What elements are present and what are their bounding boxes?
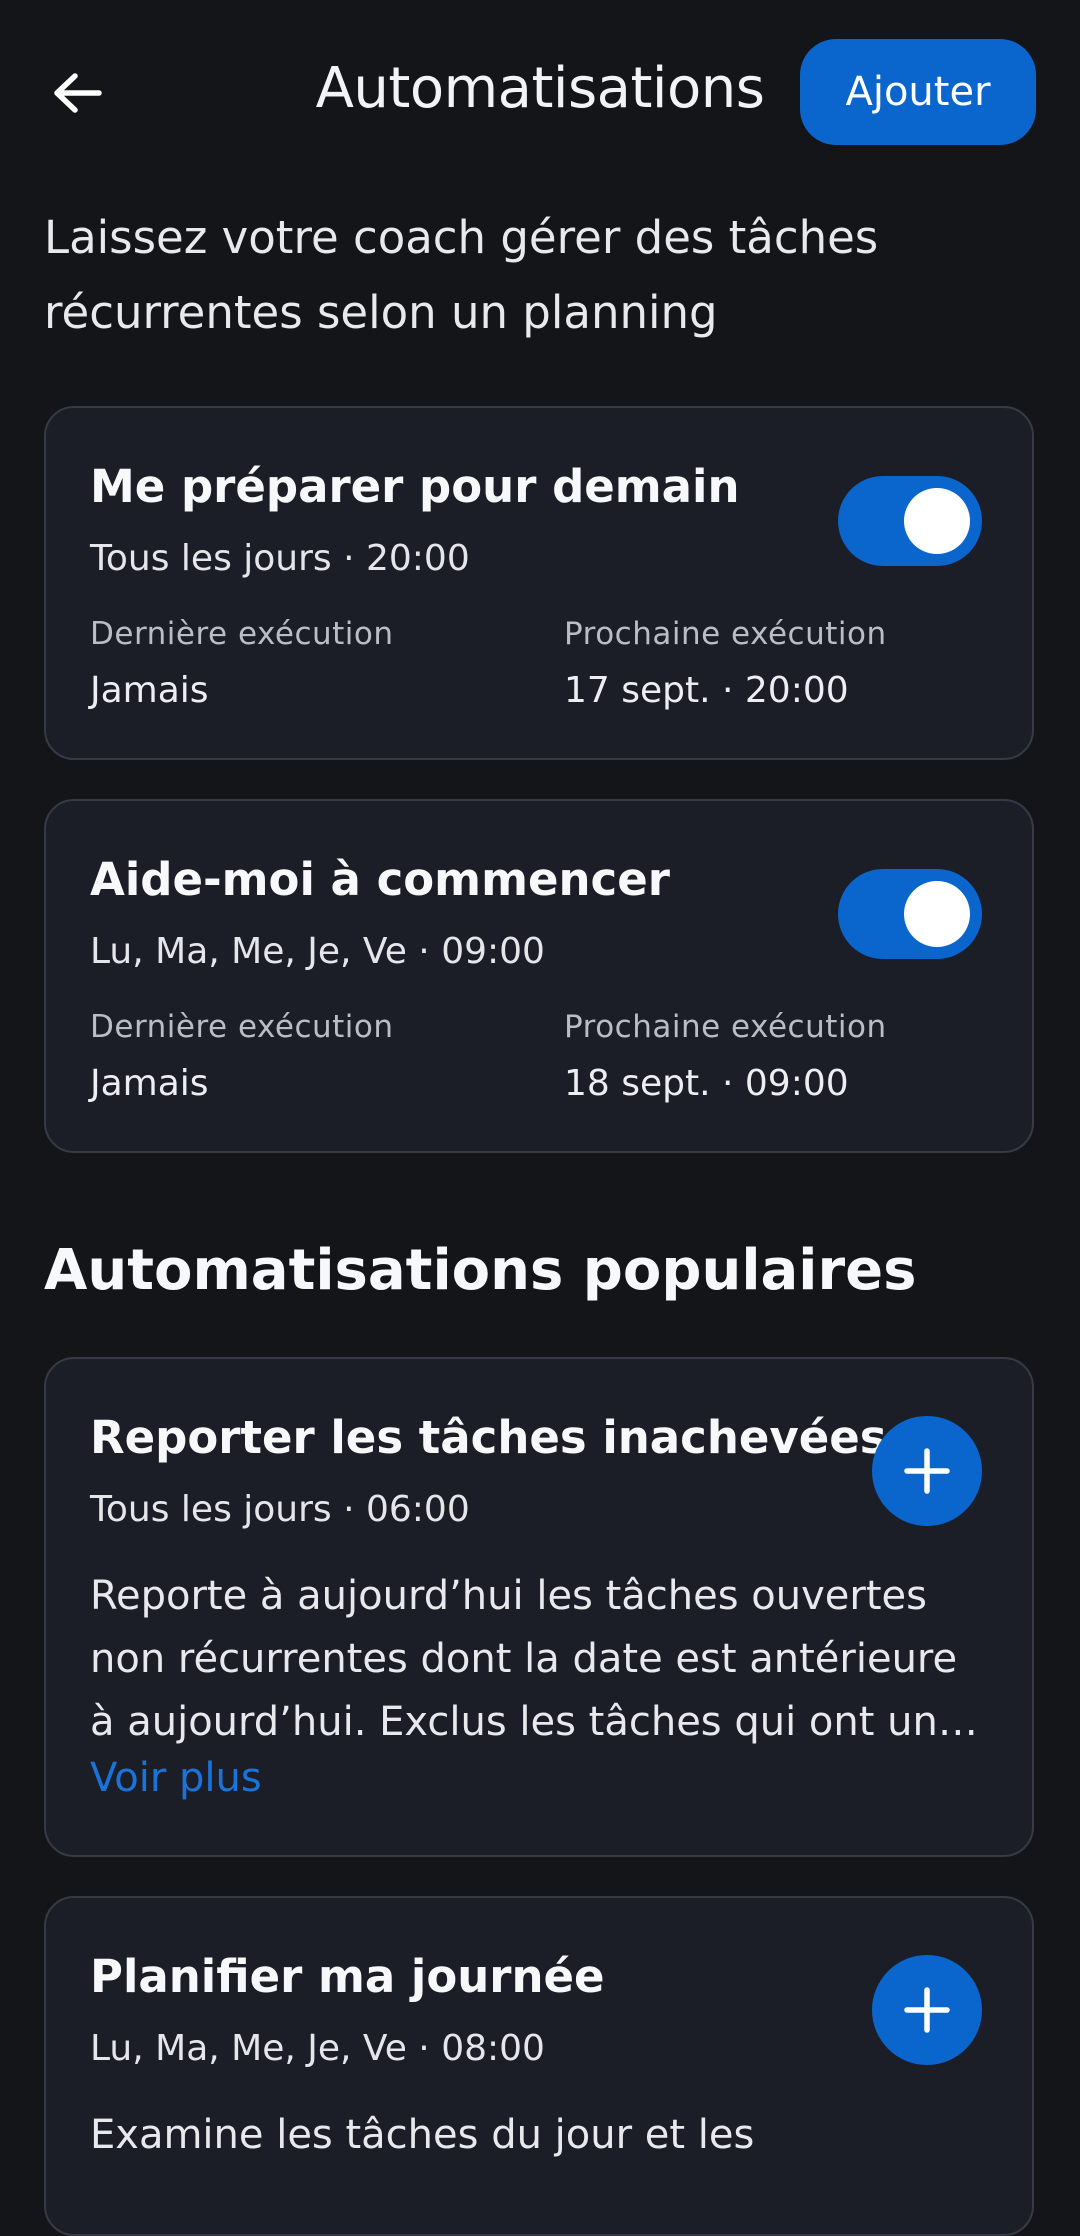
back-button[interactable]	[44, 60, 110, 126]
plus-icon	[904, 1448, 950, 1494]
automation-schedule: Lu, Ma, Me, Je, Ve · 09:00	[90, 931, 545, 972]
popular-automation-card[interactable]: Reporter les tâches inachevées Tous les …	[44, 1357, 1034, 1857]
last-run-label: Dernière exécution	[90, 1009, 394, 1045]
popular-description-text: Reporte à aujourd’hui les tâches ouverte…	[90, 1573, 963, 1745]
add-popular-button[interactable]	[872, 1955, 982, 2065]
last-run-value: Jamais	[90, 670, 209, 711]
plus-icon	[904, 1987, 950, 2033]
automation-toggle[interactable]	[838, 869, 982, 959]
last-run-label: Dernière exécution	[90, 616, 394, 652]
last-run-value: Jamais	[90, 1063, 209, 1104]
page-subtitle: Laissez votre coach gérer des tâches réc…	[44, 211, 879, 339]
next-run-label: Prochaine exécution	[564, 616, 887, 652]
popular-section-title: Automatisations populaires	[44, 1238, 917, 1303]
popular-schedule: Lu, Ma, Me, Je, Ve · 08:00	[90, 2028, 545, 2069]
next-run-value: 18 sept. · 09:00	[564, 1063, 849, 1104]
toggle-knob	[904, 881, 970, 947]
automation-toggle[interactable]	[838, 476, 982, 566]
automation-title: Aide-moi à commencer	[90, 853, 670, 906]
toggle-knob	[904, 488, 970, 554]
popular-description: Examine les tâches du jour et les	[90, 2112, 755, 2158]
popular-schedule: Tous les jours · 06:00	[90, 1489, 470, 1530]
see-more-link[interactable]: Voir plus	[90, 1755, 262, 1801]
arrow-left-icon	[54, 73, 102, 113]
add-popular-button[interactable]	[872, 1416, 982, 1526]
app-header: Automatisations Ajouter	[0, 0, 1080, 184]
popular-title: Planifier ma journée	[90, 1950, 605, 2003]
popular-automation-card[interactable]: Planifier ma journée Lu, Ma, Me, Je, Ve …	[44, 1896, 1034, 2236]
next-run-label: Prochaine exécution	[564, 1009, 887, 1045]
page-title: Automatisations	[315, 56, 765, 121]
popular-description: Reporte à aujourd’hui les tâches ouverte…	[90, 1565, 990, 1754]
automation-schedule: Tous les jours · 20:00	[90, 538, 470, 579]
add-automation-button[interactable]: Ajouter	[800, 39, 1036, 145]
next-run-value: 17 sept. · 20:00	[564, 670, 849, 711]
automation-card[interactable]: Aide-moi à commencer Lu, Ma, Me, Je, Ve …	[44, 799, 1034, 1153]
automation-title: Me préparer pour demain	[90, 460, 740, 513]
popular-title: Reporter les tâches inachevées	[90, 1411, 887, 1464]
automation-card[interactable]: Me préparer pour demain Tous les jours ·…	[44, 406, 1034, 760]
